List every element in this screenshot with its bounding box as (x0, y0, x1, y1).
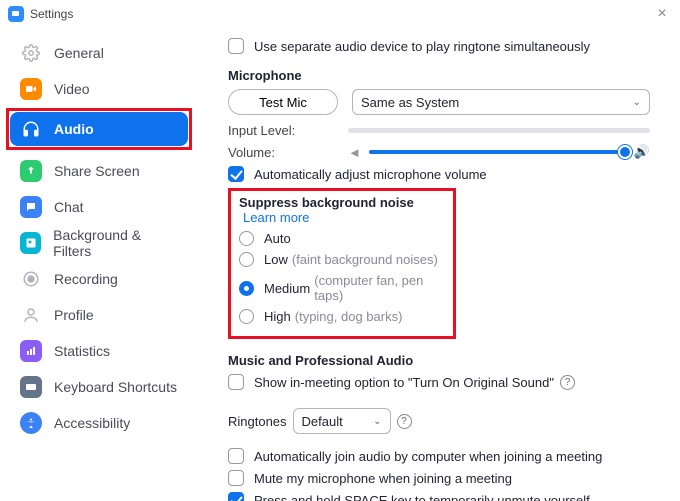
radio-icon[interactable] (239, 281, 254, 296)
radio-label: Medium (264, 281, 310, 296)
sidebar-item-accessibility[interactable]: Accessibility (10, 406, 188, 440)
zoom-icon (8, 6, 24, 22)
sidebar-item-audio[interactable]: Audio (10, 112, 188, 146)
stats-icon (20, 340, 42, 362)
input-level-label: Input Level: (228, 123, 348, 138)
share-icon (20, 160, 42, 182)
background-icon (20, 232, 41, 254)
titlebar: Settings × (0, 0, 680, 28)
sidebar-item-label: Statistics (54, 343, 110, 359)
mic-select[interactable]: Same as System ⌄ (352, 89, 650, 115)
radio-hint: (computer fan, pen taps) (314, 273, 445, 303)
ringtones-value: Default (302, 414, 343, 429)
sidebar-item-label: General (54, 45, 104, 61)
noise-option-low[interactable]: Low (faint background noises) (239, 252, 445, 267)
checkbox-label: Use separate audio device to play ringto… (254, 39, 590, 54)
ringtones-select[interactable]: Default ⌄ (293, 408, 391, 434)
sidebar-item-keyboard-shortcuts[interactable]: Keyboard Shortcuts (10, 370, 188, 404)
radio-label: Low (264, 252, 288, 267)
gear-icon (20, 42, 42, 64)
keyboard-icon (20, 376, 42, 398)
checkbox-label: Mute my microphone when joining a meetin… (254, 471, 512, 486)
sidebar-item-label: Chat (54, 199, 84, 215)
test-mic-button[interactable]: Test Mic (228, 89, 338, 115)
chevron-down-icon: ⌄ (633, 97, 641, 108)
speaker-high-icon: 🔊 (634, 144, 650, 160)
help-icon[interactable]: ? (560, 375, 575, 390)
recording-icon (20, 268, 42, 290)
help-icon[interactable]: ? (397, 414, 412, 429)
checkbox-original-sound[interactable] (228, 374, 244, 390)
noise-highlight: Suppress background noise Learn more Aut… (228, 188, 456, 339)
highlight-audio: Audio (6, 108, 192, 150)
sidebar-item-label: Background & Filters (53, 227, 178, 259)
checkbox-space-unmute[interactable] (228, 492, 244, 501)
sidebar-item-chat[interactable]: Chat (10, 190, 188, 224)
video-icon (20, 78, 42, 100)
sidebar-item-label: Share Screen (54, 163, 140, 179)
volume-slider[interactable] (369, 150, 628, 154)
window-title: Settings (30, 7, 73, 21)
chat-icon (20, 196, 42, 218)
sidebar-item-background-filters[interactable]: Background & Filters (10, 226, 188, 260)
sidebar-item-label: Profile (54, 307, 94, 323)
chevron-down-icon: ⌄ (373, 416, 381, 427)
radio-label: Auto (264, 231, 291, 246)
learn-more-link[interactable]: Learn more (243, 210, 309, 225)
mute-join-row[interactable]: Mute my microphone when joining a meetin… (228, 470, 650, 486)
original-sound-row[interactable]: Show in-meeting option to "Turn On Origi… (228, 374, 650, 390)
sidebar-item-label: Accessibility (54, 415, 130, 431)
radio-icon[interactable] (239, 309, 254, 324)
speaker-low-icon: ◄ (348, 145, 361, 160)
checkbox-auto-join[interactable] (228, 448, 244, 464)
checkbox-label: Show in-meeting option to "Turn On Origi… (254, 375, 554, 390)
radio-hint: (faint background noises) (292, 252, 438, 267)
slider-thumb[interactable] (618, 145, 632, 159)
radio-label: High (264, 309, 291, 324)
radio-hint: (typing, dog barks) (295, 309, 403, 324)
sidebar-item-general[interactable]: General (10, 36, 188, 70)
content-pane: Use separate audio device to play ringto… (198, 28, 680, 501)
ringtones-label: Ringtones (228, 414, 287, 429)
sidebar-item-label: Video (54, 81, 90, 97)
sidebar-item-video[interactable]: Video (10, 72, 188, 106)
noise-heading: Suppress background noise (239, 195, 414, 210)
checkbox-auto-adjust[interactable] (228, 166, 244, 182)
microphone-heading: Microphone (228, 68, 650, 83)
separate-audio-row[interactable]: Use separate audio device to play ringto… (228, 38, 650, 54)
auto-adjust-row[interactable]: Automatically adjust microphone volume (228, 166, 650, 182)
checkbox-mute-join[interactable] (228, 470, 244, 486)
profile-icon (20, 304, 42, 326)
input-level-meter (348, 128, 650, 133)
noise-option-medium[interactable]: Medium (computer fan, pen taps) (239, 273, 445, 303)
mic-select-value: Same as System (361, 95, 459, 110)
checkbox-label: Press and hold SPACE key to temporarily … (254, 493, 590, 501)
radio-icon[interactable] (239, 252, 254, 267)
auto-join-row[interactable]: Automatically join audio by computer whe… (228, 448, 650, 464)
noise-option-high[interactable]: High (typing, dog barks) (239, 309, 445, 324)
radio-icon[interactable] (239, 231, 254, 246)
pro-audio-heading: Music and Professional Audio (228, 353, 650, 368)
sidebar-item-recording[interactable]: Recording (10, 262, 188, 296)
accessibility-icon (20, 412, 42, 434)
close-button[interactable]: × (652, 5, 672, 23)
space-unmute-row[interactable]: Press and hold SPACE key to temporarily … (228, 492, 650, 501)
sidebar-item-share-screen[interactable]: Share Screen (10, 154, 188, 188)
sidebar-item-statistics[interactable]: Statistics (10, 334, 188, 368)
headphones-icon (20, 118, 42, 140)
checkbox-label: Automatically adjust microphone volume (254, 167, 487, 182)
noise-option-auto[interactable]: Auto (239, 231, 445, 246)
checkbox-separate-audio[interactable] (228, 38, 244, 54)
checkbox-label: Automatically join audio by computer whe… (254, 449, 602, 464)
sidebar: General Video Audio Share Screen (0, 28, 198, 501)
sidebar-item-profile[interactable]: Profile (10, 298, 188, 332)
sidebar-item-label: Audio (54, 121, 94, 137)
volume-label: Volume: (228, 145, 348, 160)
sidebar-item-label: Recording (54, 271, 118, 287)
sidebar-item-label: Keyboard Shortcuts (54, 379, 177, 395)
